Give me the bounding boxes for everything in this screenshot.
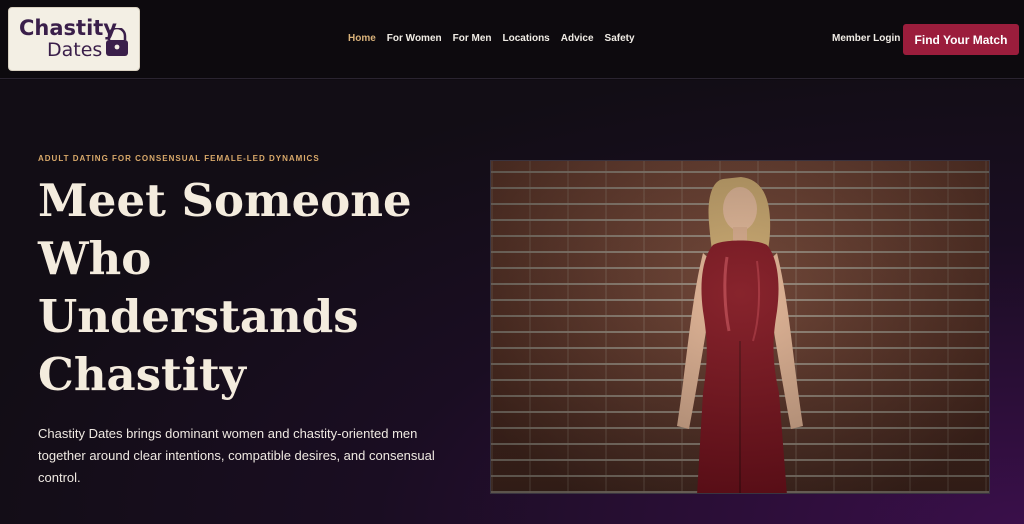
nav-for-women[interactable]: For Women	[387, 33, 442, 44]
brand-logo[interactable]: Chastity Dates	[8, 7, 140, 71]
nav-advice[interactable]: Advice	[561, 33, 594, 44]
nav-safety[interactable]: Safety	[605, 33, 635, 44]
nav-for-men[interactable]: For Men	[453, 33, 492, 44]
main-nav: Home For Women For Men Locations Advice …	[348, 33, 646, 44]
nav-home[interactable]: Home	[348, 33, 376, 44]
nav-locations[interactable]: Locations	[503, 33, 550, 44]
member-login-link[interactable]: Member Login	[832, 33, 900, 44]
lock-icon	[106, 28, 128, 56]
hero-eyebrow: ADULT DATING FOR CONSENSUAL FEMALE-LED D…	[38, 154, 320, 163]
find-match-button[interactable]: Find Your Match	[903, 24, 1019, 55]
hero-lede: Chastity Dates brings dominant women and…	[38, 426, 435, 485]
hero-section: ADULT DATING FOR CONSENSUAL FEMALE-LED D…	[0, 80, 1024, 524]
hero-photo	[490, 160, 990, 494]
site-header: Chastity Dates Home For Women For Men Lo…	[0, 0, 1024, 79]
photo-vignette	[491, 161, 989, 493]
hero-headline: Meet Someone Who Understands Chastity	[38, 174, 412, 401]
